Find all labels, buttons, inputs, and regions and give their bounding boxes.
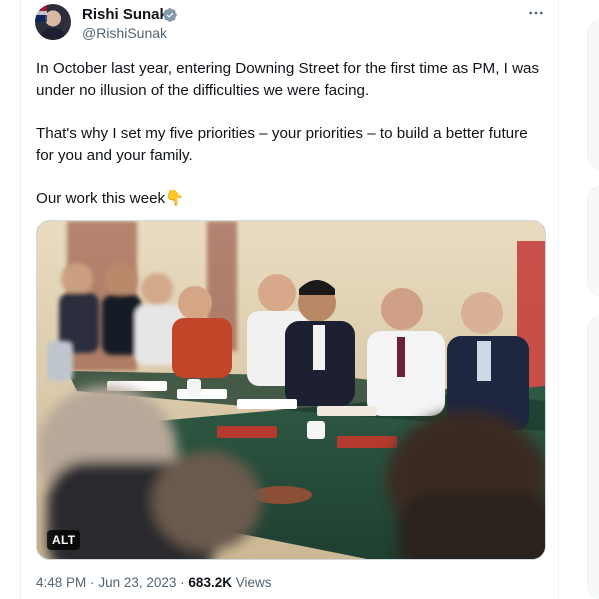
author-display-name[interactable]: Rishi Sunak	[82, 6, 168, 23]
avatar[interactable]	[35, 4, 71, 40]
verified-badge-icon[interactable]	[162, 7, 178, 23]
author-handle[interactable]: @RishiSunak	[82, 25, 167, 41]
alt-text-badge[interactable]: ALT	[47, 530, 81, 550]
meta-separator: ·	[180, 575, 185, 590]
tweet-paragraph: That's why I set my five priorities – yo…	[36, 125, 528, 164]
right-sidebar	[560, 0, 599, 599]
sidebar-panel	[587, 316, 599, 599]
tweet-time[interactable]: 4:48 PM	[36, 575, 86, 590]
more-horizontal-icon[interactable]	[527, 4, 545, 22]
tweet-date[interactable]: Jun 23, 2023	[98, 575, 176, 590]
tweet-text: In October last year, entering Downing S…	[36, 58, 541, 210]
cabinet-meeting-photo	[37, 221, 545, 559]
sidebar-panel	[587, 20, 599, 170]
tweet-photo[interactable]: ALT	[36, 220, 546, 560]
tweet-paragraph: In October last year, entering Downing S…	[36, 60, 540, 99]
left-gutter	[0, 0, 20, 599]
tweet-paragraph: Our work this week👇	[36, 190, 185, 207]
avatar-flag	[35, 4, 47, 22]
tweet-meta: 4:48 PM · Jun 23, 2023 · 683.2K Views	[36, 575, 272, 590]
views-count[interactable]: 683.2K	[188, 575, 232, 590]
meta-separator: ·	[90, 575, 95, 590]
tweet-card[interactable]: Rishi Sunak @RishiSunak In October last …	[20, 0, 559, 599]
views-label: Views	[235, 575, 272, 590]
sidebar-panel	[587, 186, 599, 296]
avatar-suit	[41, 28, 65, 40]
